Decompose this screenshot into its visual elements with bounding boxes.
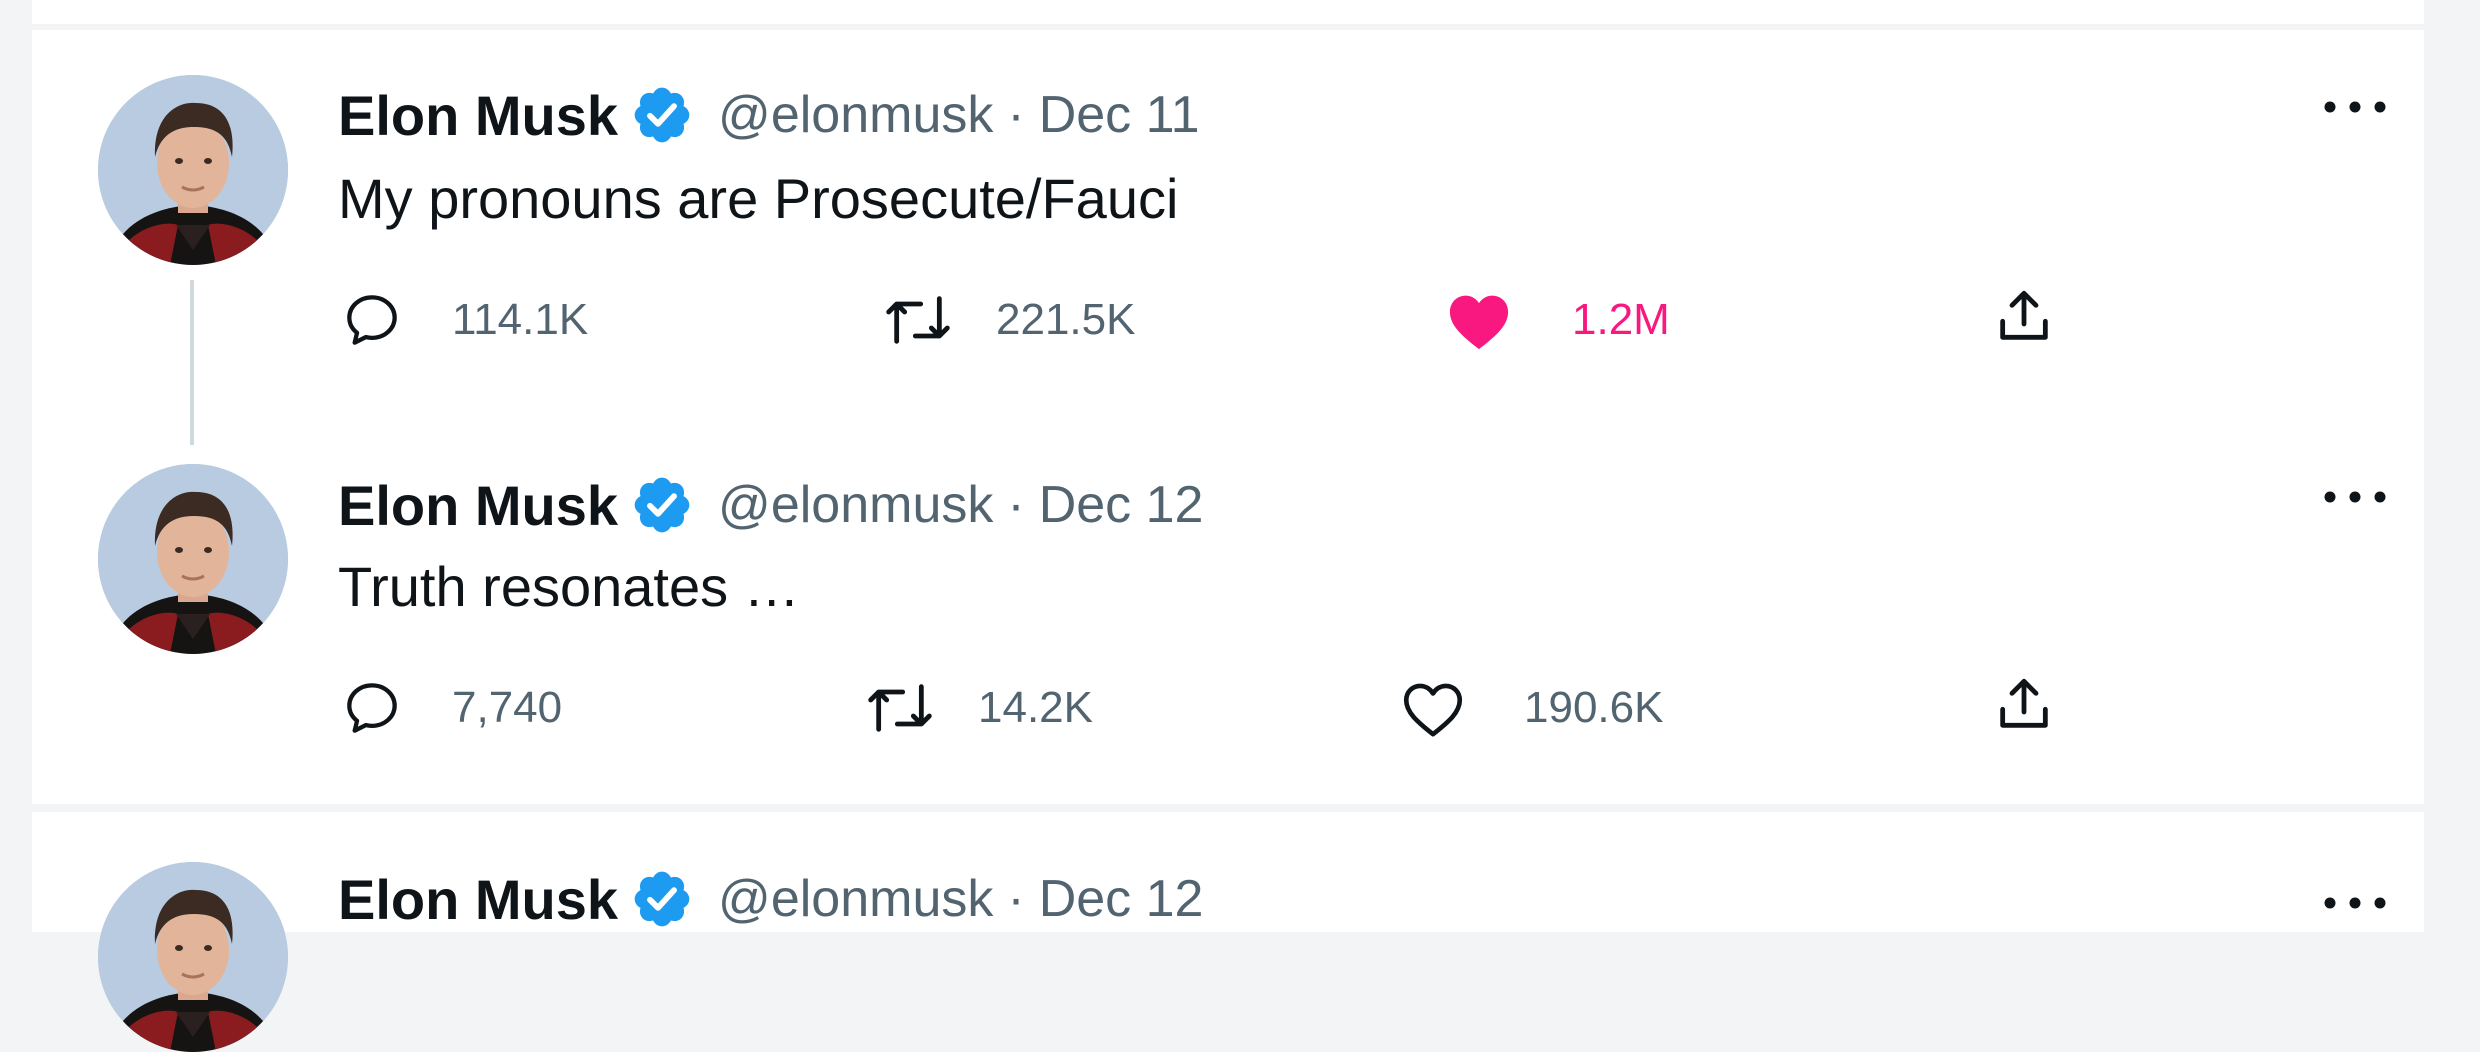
separator-dot: ·	[1007, 870, 1025, 928]
share-icon[interactable]	[1992, 672, 2056, 736]
tweet-1[interactable]: Elon Musk @elonmusk · Dec 11 My pronouns…	[32, 30, 2424, 445]
reply-count: 7,740	[452, 683, 563, 732]
like-button[interactable]: 190.6K	[1398, 676, 1663, 740]
previous-tweet-card	[32, 0, 2424, 24]
more-icon[interactable]	[2320, 888, 2390, 918]
retweet-icon	[886, 296, 950, 344]
avatar[interactable]	[98, 75, 288, 265]
author-handle[interactable]: @elonmusk	[718, 475, 993, 535]
more-icon[interactable]	[2320, 482, 2390, 512]
verified-badge-icon	[630, 867, 694, 931]
author-name[interactable]: Elon Musk	[338, 83, 618, 148]
retweet-icon	[868, 684, 932, 732]
more-icon[interactable]	[2320, 92, 2390, 122]
reply-icon	[347, 295, 397, 345]
retweet-button[interactable]: 221.5K	[880, 288, 1135, 352]
author-handle[interactable]: @elonmusk	[718, 85, 993, 145]
avatar[interactable]	[98, 464, 288, 654]
separator-dot: ·	[1007, 476, 1025, 534]
retweet-count: 221.5K	[996, 295, 1136, 344]
reply-button[interactable]: 114.1K	[340, 288, 588, 352]
share-icon[interactable]	[1992, 284, 2056, 348]
next-tweet-card[interactable]: Elon Musk @elonmusk · Dec 12	[32, 812, 2424, 1052]
tweet-header: Elon Musk @elonmusk · Dec 12	[338, 864, 1203, 934]
retweet-count: 14.2K	[978, 683, 1093, 732]
reply-count: 114.1K	[452, 295, 589, 344]
tweet-2[interactable]: Elon Musk @elonmusk · Dec 12 Truth reson…	[32, 420, 2424, 804]
verified-badge-icon	[630, 473, 694, 537]
heart-outline-icon	[1403, 683, 1463, 737]
heart-filled-icon	[1449, 295, 1509, 350]
tweet-header: Elon Musk @elonmusk · Dec 11	[338, 80, 1200, 150]
tweet-text: Truth resonates …	[338, 555, 800, 618]
tweet-3[interactable]: Elon Musk @elonmusk · Dec 12	[32, 812, 2424, 1052]
tweet-date[interactable]: Dec 12	[1039, 475, 1204, 535]
avatar[interactable]	[98, 862, 288, 1052]
author-handle[interactable]: @elonmusk	[718, 869, 993, 929]
tweet-text: My pronouns are Prosecute/Fauci	[338, 167, 1179, 230]
tweet-date[interactable]: Dec 12	[1039, 869, 1204, 929]
verified-badge-icon	[630, 83, 694, 147]
tweet-date[interactable]: Dec 11	[1039, 85, 1200, 145]
author-name[interactable]: Elon Musk	[338, 473, 618, 538]
retweet-button[interactable]: 14.2K	[862, 676, 1093, 740]
like-count: 190.6K	[1524, 683, 1664, 732]
like-button[interactable]: 1.2M	[1444, 288, 1670, 352]
reply-button[interactable]: 7,740	[340, 676, 562, 740]
reply-icon	[347, 683, 397, 733]
tweet-header: Elon Musk @elonmusk · Dec 12	[338, 470, 1203, 540]
separator-dot: ·	[1007, 86, 1025, 144]
like-count: 1.2M	[1572, 295, 1670, 344]
thread-card[interactable]: Elon Musk @elonmusk · Dec 11 My pronouns…	[32, 30, 2424, 804]
author-name[interactable]: Elon Musk	[338, 867, 618, 932]
